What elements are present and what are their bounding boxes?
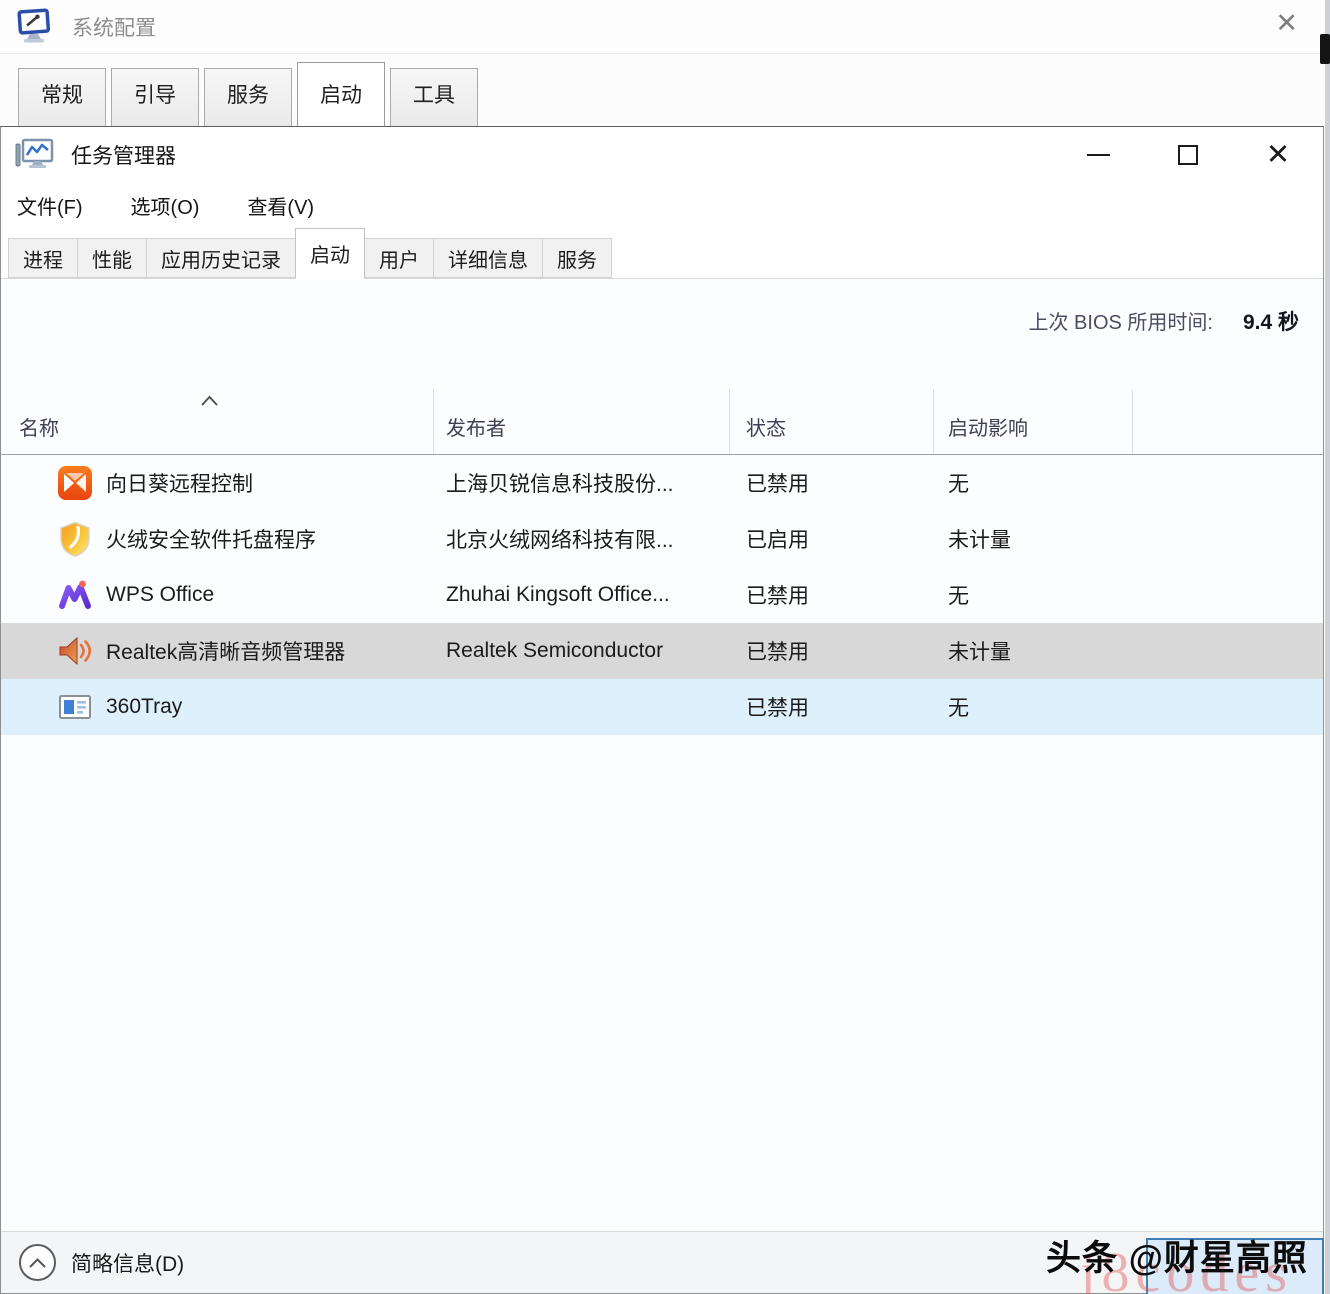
- startup-item-impact: 无: [934, 580, 1133, 610]
- bios-time-label: 上次 BIOS 所用时间:: [1029, 306, 1213, 335]
- bios-time: 上次 BIOS 所用时间: 9.4 秒: [1029, 306, 1300, 336]
- startup-row-huorong[interactable]: 火绒安全软件托盘程序 北京火绒网络科技有限... 已启用 未计量: [1, 511, 1323, 567]
- realtek-speaker-icon: [57, 633, 93, 669]
- column-header-impact[interactable]: 启动影响: [934, 389, 1133, 454]
- startup-item-name: 火绒安全软件托盘程序: [106, 524, 316, 554]
- startup-item-impact: 无: [934, 692, 1133, 722]
- sysconfig-tab-tools[interactable]: 工具: [390, 68, 478, 127]
- column-header-publisher[interactable]: 发布者: [434, 389, 730, 454]
- startup-item-publisher: Realtek Semiconductor: [434, 639, 730, 663]
- 360tray-icon: [57, 689, 93, 725]
- startup-table: 名称 发布者 状态 启动影响: [1, 389, 1323, 735]
- startup-item-publisher: Zhuhai Kingsoft Office...: [434, 583, 730, 607]
- startup-item-name: WPS Office: [106, 583, 214, 607]
- menu-file[interactable]: 文件(F): [17, 191, 83, 220]
- startup-panel: 上次 BIOS 所用时间: 9.4 秒 名称 发布者 状态 启动影响: [1, 279, 1323, 1231]
- tab-services[interactable]: 服务: [542, 238, 612, 278]
- fewer-details-label: 简略信息(D): [71, 1248, 184, 1278]
- tab-app-history[interactable]: 应用历史记录: [146, 238, 296, 278]
- msconfig-icon: [14, 7, 54, 47]
- window-controls: ✕: [1053, 127, 1323, 183]
- sysconfig-tab-services[interactable]: 服务: [204, 68, 292, 127]
- huorong-shield-icon: [57, 521, 93, 557]
- sysconfig-tab-general[interactable]: 常规: [18, 68, 106, 127]
- startup-item-impact: 未计量: [934, 524, 1133, 554]
- tab-startup[interactable]: 启动: [295, 228, 365, 279]
- minimize-button[interactable]: [1053, 127, 1143, 183]
- startup-item-status: 已启用: [730, 524, 934, 554]
- sysconfig-tab-boot[interactable]: 引导: [111, 68, 199, 127]
- tab-performance[interactable]: 性能: [77, 238, 147, 278]
- watermark-primary: 头条 @财星高照: [1046, 1230, 1308, 1281]
- task-manager-titlebar: 任务管理器 ✕: [1, 127, 1323, 183]
- startup-item-status: 已禁用: [730, 580, 934, 610]
- edge-artifact: [1320, 34, 1330, 64]
- close-icon: ✕: [1266, 141, 1290, 170]
- menu-view[interactable]: 查看(V): [247, 191, 314, 220]
- sysconfig-titlebar: 系统配置 ✕: [0, 0, 1324, 54]
- task-manager-icon: [14, 135, 56, 175]
- task-manager-tab-strip: 进程 性能 应用历史记录 启动 用户 详细信息 服务: [1, 227, 1323, 279]
- sysconfig-tab-strip: 常规 引导 服务 启动 工具: [18, 68, 483, 127]
- startup-item-name: 向日葵远程控制: [106, 468, 253, 498]
- startup-row-360tray[interactable]: 360Tray 已禁用 无: [1, 679, 1323, 735]
- chevron-up-circle-icon: [19, 1244, 56, 1281]
- menu-options[interactable]: 选项(O): [131, 191, 200, 220]
- tab-details[interactable]: 详细信息: [433, 238, 543, 278]
- startup-item-publisher: 北京火绒网络科技有限...: [434, 524, 730, 554]
- wps-office-icon: [57, 577, 93, 613]
- startup-item-name: 360Tray: [106, 695, 182, 719]
- maximize-button[interactable]: [1143, 127, 1233, 183]
- sysconfig-window: 系统配置 ✕ 常规 引导 服务 启动 工具: [0, 0, 1324, 127]
- sysconfig-tab-startup[interactable]: 启动: [297, 62, 385, 127]
- sysconfig-close-button[interactable]: ✕: [1275, 8, 1298, 39]
- table-header: 名称 发布者 状态 启动影响: [1, 389, 1323, 455]
- startup-item-status: 已禁用: [730, 636, 934, 666]
- bios-time-value: 9.4 秒: [1243, 306, 1299, 336]
- tab-processes[interactable]: 进程: [8, 238, 78, 278]
- startup-item-publisher: 上海贝锐信息科技股份...: [434, 468, 730, 498]
- startup-row-sunlogin[interactable]: 向日葵远程控制 上海贝锐信息科技股份... 已禁用 无: [1, 455, 1323, 511]
- sunlogin-icon: [57, 465, 93, 501]
- startup-item-impact: 未计量: [934, 636, 1133, 666]
- tab-users[interactable]: 用户: [364, 238, 434, 278]
- startup-item-status: 已禁用: [730, 692, 934, 722]
- screen: 系统配置 ✕ 常规 引导 服务 启动 工具 任务管理器: [0, 0, 1330, 1294]
- task-manager-window: 任务管理器 ✕ 文件(F) 选项(O) 查看(V) 进程 性能 应用历史记录 启…: [0, 126, 1324, 1294]
- startup-item-name: Realtek高清晰音频管理器: [106, 636, 345, 666]
- startup-item-status: 已禁用: [730, 468, 934, 498]
- sysconfig-window-title: 系统配置: [72, 12, 156, 42]
- maximize-icon: [1178, 145, 1198, 165]
- window-edge-strip: [1325, 0, 1330, 1294]
- close-button[interactable]: ✕: [1233, 127, 1323, 183]
- sort-ascending-icon: [201, 393, 218, 411]
- task-manager-window-title: 任务管理器: [71, 140, 176, 170]
- startup-row-wps[interactable]: WPS Office Zhuhai Kingsoft Office... 已禁用…: [1, 567, 1323, 623]
- startup-row-realtek[interactable]: Realtek高清晰音频管理器 Realtek Semiconductor 已禁…: [1, 623, 1323, 679]
- column-header-status[interactable]: 状态: [730, 389, 934, 454]
- minimize-icon: [1087, 154, 1110, 156]
- menu-bar: 文件(F) 选项(O) 查看(V): [1, 183, 1323, 227]
- fewer-details-toggle[interactable]: 简略信息(D): [19, 1244, 184, 1281]
- startup-item-impact: 无: [934, 468, 1133, 498]
- column-header-empty: [1133, 389, 1323, 454]
